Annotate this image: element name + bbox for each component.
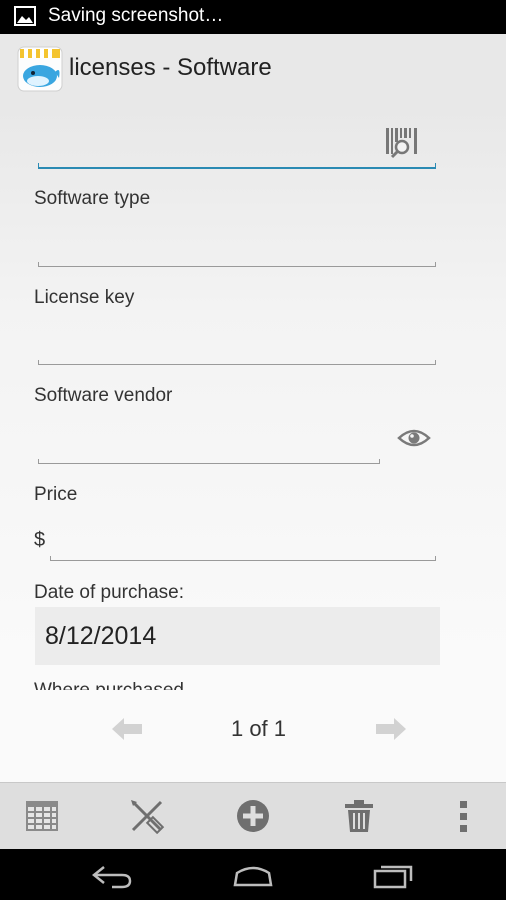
status-text: Saving screenshot… [48,5,224,26]
price-input[interactable] [50,521,436,561]
price-label: Price [34,484,78,505]
image-icon [14,6,36,26]
software-type-input[interactable] [38,226,436,266]
name-input[interactable] [38,118,436,170]
license-key-input[interactable] [38,324,436,364]
license-key-label: License key [34,287,135,308]
navigation-bar [0,849,506,900]
currency-symbol: $ [34,529,46,551]
barcode-search-icon[interactable] [384,124,420,160]
name-input-underline [38,163,436,169]
price-underline [50,556,436,561]
pager: 1 of 1 [0,706,506,756]
status-bar: Saving screenshot… [0,0,506,34]
date-of-purchase-value: 8/12/2014 [45,622,157,650]
page-indicator: 1 of 1 [230,716,287,741]
add-icon[interactable] [235,798,271,834]
whale-app-icon[interactable] [17,46,63,92]
home-icon[interactable] [231,861,275,889]
license-key-underline [38,360,436,365]
trash-icon[interactable] [341,798,377,834]
software-vendor-input[interactable] [38,422,380,462]
software-type-label: Software type [34,188,151,209]
action-bar: licenses - Software [0,34,506,106]
back-icon[interactable] [90,861,134,889]
recents-icon[interactable] [371,861,415,889]
overflow-menu-icon[interactable] [446,798,482,834]
where-purchased-label: Where purchased [34,680,184,690]
arrow-right-icon[interactable] [374,716,408,742]
page-title: licenses - Software [69,54,272,81]
date-of-purchase-field[interactable]: 8/12/2014 [35,607,440,665]
bottom-toolbar [0,782,506,850]
edit-tools-icon[interactable] [129,798,165,834]
form-content: Software type License key Software vendo… [0,106,506,782]
software-vendor-underline [38,459,380,464]
date-of-purchase-label: Date of purchase: [34,582,184,603]
software-type-underline [38,262,436,267]
grid-icon[interactable] [24,798,60,834]
software-vendor-label: Software vendor [34,385,173,406]
eye-icon[interactable] [397,427,431,449]
